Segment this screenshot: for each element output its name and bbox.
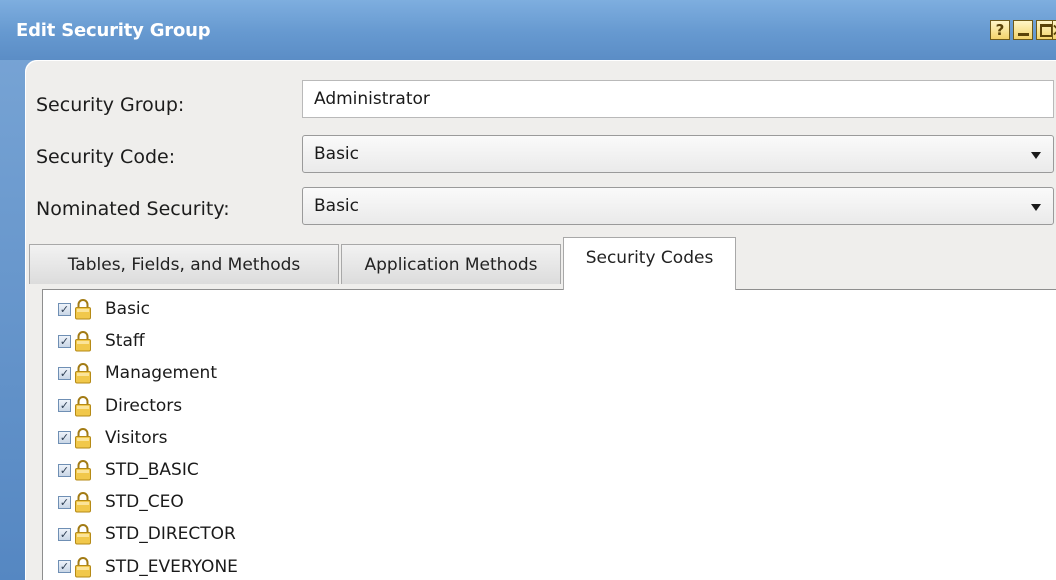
- minimize-icon: [1017, 32, 1029, 36]
- checkbox[interactable]: ✓: [58, 399, 71, 413]
- nominated-security-label: Nominated Security:: [36, 198, 230, 220]
- security-code-value: Basic: [314, 144, 360, 164]
- checkbox[interactable]: ✓: [58, 334, 71, 348]
- nominated-security-value: Basic: [314, 196, 360, 216]
- check-icon: ✓: [59, 334, 70, 348]
- checkbox[interactable]: ✓: [58, 431, 71, 445]
- lock-icon: [74, 427, 92, 449]
- edit-security-group-window: Edit Security Group ? Security Group: Ad…: [0, 0, 1056, 580]
- lock-icon: [74, 395, 92, 417]
- check-icon: ✓: [59, 463, 70, 477]
- help-button[interactable]: ?: [990, 20, 1010, 40]
- minimize-button[interactable]: [1013, 20, 1033, 40]
- lock-icon: [74, 298, 92, 320]
- list-item[interactable]: ✓ Staff: [58, 326, 145, 356]
- list-item[interactable]: ✓ Directors: [58, 391, 182, 421]
- security-group-value: Administrator: [314, 89, 430, 109]
- chevron-down-icon: [1031, 204, 1041, 211]
- list-item[interactable]: ✓ Basic: [58, 294, 150, 324]
- form-panel: Security Group: Administrator Security C…: [25, 60, 1056, 580]
- list-item[interactable]: ✓ Visitors: [58, 423, 167, 453]
- security-code-label: Security Code:: [36, 146, 176, 168]
- close-button[interactable]: [1052, 20, 1056, 40]
- tab-application-methods[interactable]: Application Methods: [341, 244, 561, 284]
- security-code-select[interactable]: Basic: [302, 135, 1054, 173]
- title-bar[interactable]: Edit Security Group ?: [0, 0, 1056, 60]
- tab-label: Security Codes: [585, 248, 714, 268]
- checkbox[interactable]: ✓: [58, 495, 71, 509]
- list-item[interactable]: ✓ Management: [58, 358, 217, 388]
- list-item-label: Staff: [105, 331, 145, 352]
- chevron-down-icon: [1031, 152, 1041, 159]
- check-icon: ✓: [59, 431, 70, 445]
- list-item-label: Management: [105, 363, 217, 384]
- security-codes-list[interactable]: ✓ Basic ✓ Staff ✓ Management ✓ Directors ✓ Visito…: [42, 289, 1056, 580]
- list-item-label: STD_DIRECTOR: [105, 524, 236, 545]
- tab-label: Tables, Fields, and Methods: [67, 254, 301, 275]
- check-icon: ✓: [59, 495, 70, 509]
- tab-security-codes[interactable]: Security Codes: [563, 237, 736, 290]
- list-item[interactable]: ✓ STD_CEO: [58, 487, 184, 517]
- check-icon: ✓: [59, 302, 70, 316]
- list-item-label: STD_CEO: [105, 492, 184, 513]
- list-item-label: Directors: [105, 395, 183, 416]
- checkbox[interactable]: ✓: [58, 560, 71, 574]
- lock-icon: [74, 523, 92, 545]
- check-icon: ✓: [59, 560, 70, 574]
- nominated-security-select[interactable]: Basic: [302, 187, 1054, 225]
- lock-icon: [74, 330, 92, 352]
- tab-label: Application Methods: [364, 254, 538, 275]
- lock-icon: [74, 556, 92, 578]
- checkbox[interactable]: ✓: [58, 366, 71, 380]
- tab-tables-fields-methods[interactable]: Tables, Fields, and Methods: [29, 244, 339, 284]
- list-item[interactable]: ✓ STD_DIRECTOR: [58, 519, 236, 549]
- security-group-label: Security Group:: [36, 94, 185, 116]
- maximize-icon: [1039, 23, 1053, 37]
- security-group-input[interactable]: Administrator: [302, 80, 1054, 118]
- check-icon: ✓: [59, 399, 70, 413]
- list-item[interactable]: ✓ STD_BASIC: [58, 455, 199, 485]
- checkbox[interactable]: ✓: [58, 463, 71, 477]
- checkbox[interactable]: ✓: [58, 527, 71, 541]
- lock-icon: [74, 491, 92, 513]
- list-item-label: Visitors: [105, 427, 168, 448]
- lock-icon: [74, 362, 92, 384]
- list-item[interactable]: ✓ STD_EVERYONE: [58, 552, 238, 580]
- checkbox[interactable]: ✓: [58, 302, 71, 316]
- window-title: Edit Security Group: [16, 20, 211, 41]
- list-item-label: STD_EVERYONE: [105, 556, 238, 577]
- help-icon: ?: [995, 20, 1005, 39]
- check-icon: ✓: [59, 527, 70, 541]
- check-icon: ✓: [59, 366, 70, 380]
- lock-icon: [74, 459, 92, 481]
- list-item-label: STD_BASIC: [105, 460, 199, 480]
- list-item-label: Basic: [105, 299, 151, 319]
